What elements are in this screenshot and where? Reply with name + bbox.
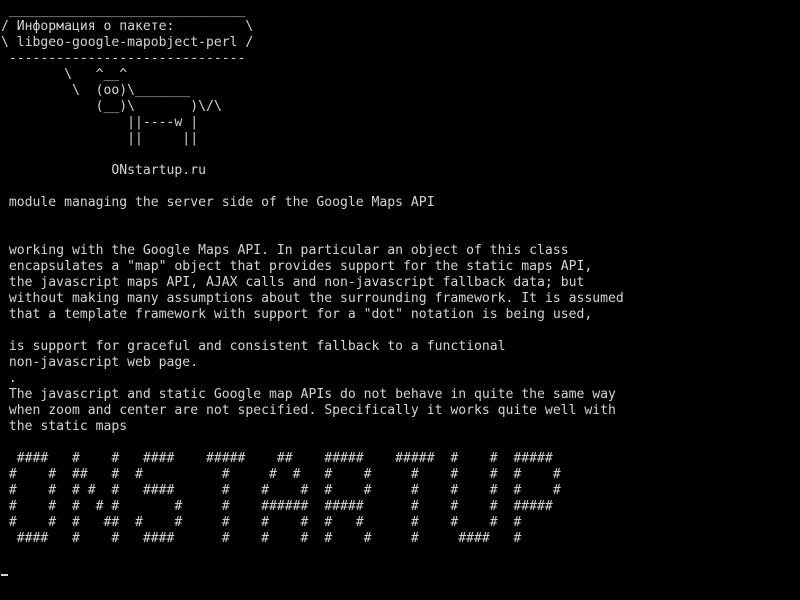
terminal-line: || ||	[1, 131, 199, 146]
terminal-line: ______________________________	[1, 3, 246, 18]
terminal-line: that a template framework with support f…	[1, 307, 593, 322]
terminal-line: \ libgeo-google-mapobject-perl /	[1, 35, 254, 50]
terminal-line: # # # # # #### # # # # # # # # # #	[1, 483, 561, 498]
terminal-line: #### # # #### # # # # # # #### #	[1, 531, 522, 546]
terminal-line: #### # # #### ##### ## ##### ##### # # #…	[1, 451, 553, 466]
terminal-line: the javascript maps API, AJAX calls and …	[1, 275, 585, 290]
terminal-line: is support for graceful and consistent f…	[1, 339, 506, 354]
terminal-output: ______________________________ / Информац…	[1, 3, 624, 547]
terminal-line: / Информация о пакете: \	[1, 19, 254, 34]
terminal-screen[interactable]: ______________________________ / Информац…	[0, 0, 800, 600]
terminal-line: working with the Google Maps API. In par…	[1, 243, 569, 258]
terminal-line: when zoom and center are not specified. …	[1, 403, 616, 418]
terminal-line: \ (oo)\_______	[1, 83, 191, 98]
terminal-line: non-javascript web page.	[1, 355, 199, 370]
terminal-line: the static maps	[1, 419, 128, 434]
terminal-line: without making many assumptions about th…	[1, 291, 624, 306]
terminal-line: ||----w |	[1, 115, 199, 130]
terminal-line: \ ^__^	[1, 67, 128, 82]
terminal-line: .	[1, 371, 17, 386]
terminal-line: (__)\ )\/\	[1, 99, 222, 114]
terminal-line: The javascript and static Google map API…	[1, 387, 616, 402]
terminal-line: encapsulates a "map" object that provide…	[1, 259, 593, 274]
terminal-line: ONstartup.ru	[1, 163, 206, 178]
terminal-line: ------------------------------	[1, 51, 246, 66]
terminal-line: # # # ## # # # # # # # # # # #	[1, 515, 522, 530]
terminal-line: # # # # # # # ###### ##### # # # #####	[1, 499, 553, 514]
text-cursor	[1, 574, 8, 576]
terminal-line: module managing the server side of the G…	[1, 195, 435, 210]
terminal-line: # # ## # # # # # # # # # # # #	[1, 467, 561, 482]
